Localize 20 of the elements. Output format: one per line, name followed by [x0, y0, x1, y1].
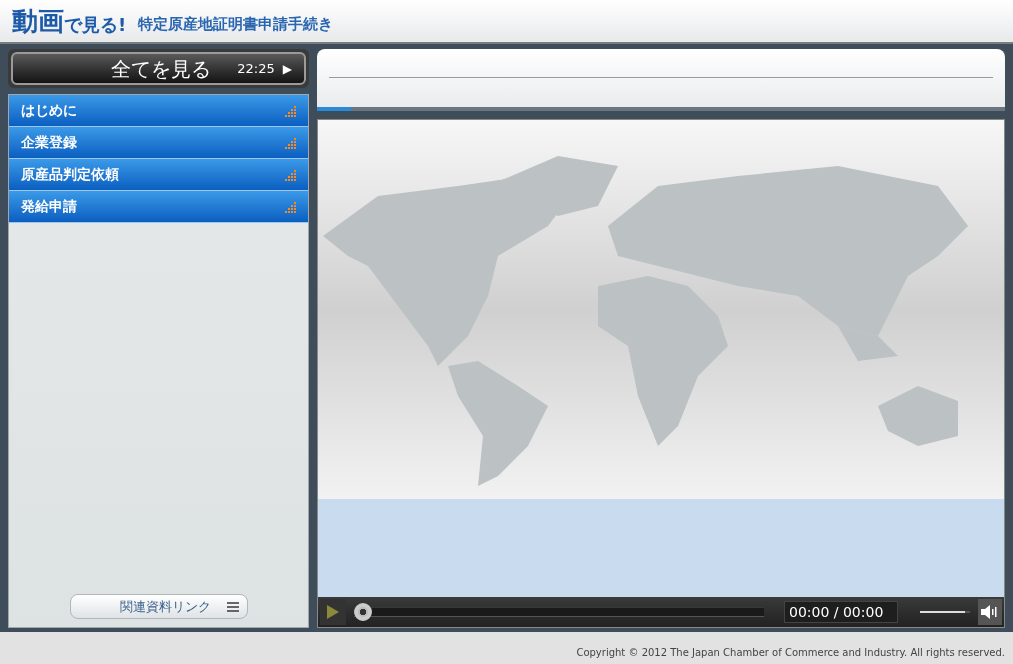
- chapter-item[interactable]: 原産品判定依頼: [9, 159, 308, 191]
- corner-dots-icon: [282, 199, 296, 214]
- page-title: 特定原産地証明書申請手続き: [138, 17, 334, 32]
- play-all-button[interactable]: 全てを見る 22:25 ▶: [11, 52, 306, 85]
- play-icon: [327, 605, 339, 619]
- corner-dots-icon: [282, 103, 296, 118]
- corner-dots-icon: [282, 167, 296, 182]
- time-display: 00:00 / 00:00: [784, 601, 898, 623]
- menu-icon: [226, 601, 239, 612]
- play-button[interactable]: [320, 599, 346, 625]
- chapter-item[interactable]: 企業登録: [9, 127, 308, 159]
- corner-dots-icon: [282, 135, 296, 150]
- related-links-button[interactable]: 関連資料リンク: [69, 594, 248, 619]
- speaker-icon: [981, 605, 999, 619]
- copyright-text: Copyright © 2012 The Japan Chamber of Commerce and Industry. All rights reserved.: [576, 646, 1005, 660]
- seek-handle[interactable]: [354, 603, 372, 621]
- chapter-item[interactable]: はじめに: [9, 95, 308, 127]
- site-logo: 動画で見る!: [12, 8, 127, 34]
- volume-button[interactable]: [978, 599, 1002, 625]
- chapter-item[interactable]: 発給申請: [9, 191, 308, 223]
